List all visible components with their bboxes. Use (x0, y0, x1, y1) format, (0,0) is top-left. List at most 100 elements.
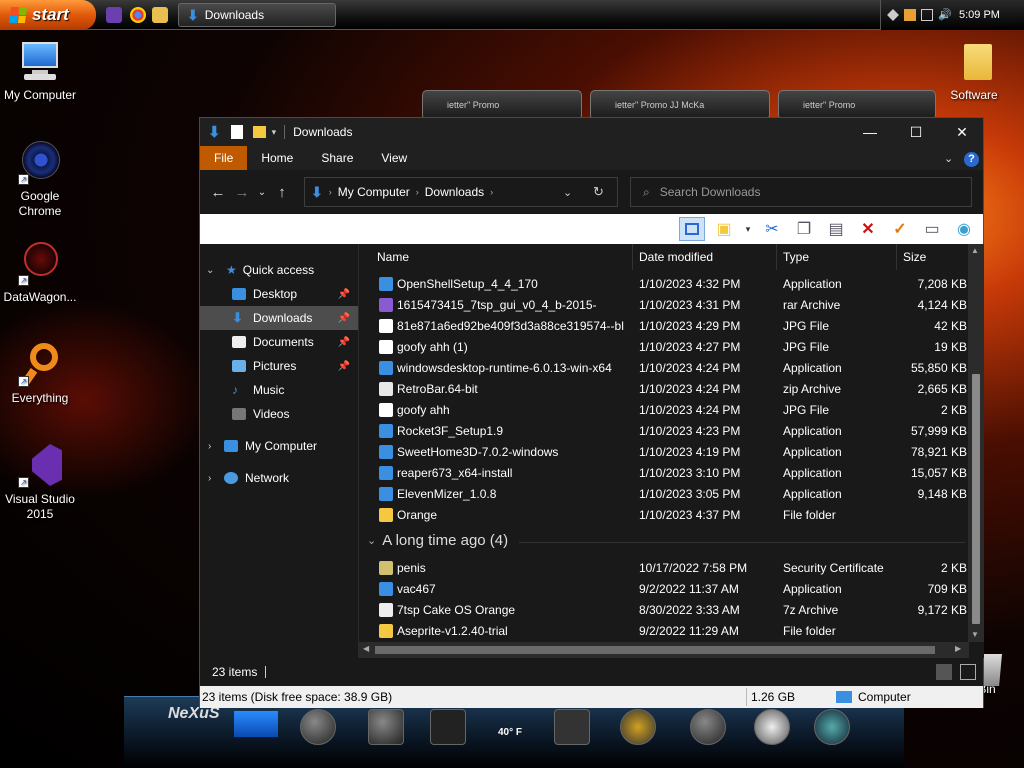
up-arrow-icon[interactable]: ↑ (270, 184, 294, 201)
forward-arrow-icon[interactable]: → (230, 184, 254, 201)
file-row[interactable]: SweetHome3D-7.0.2-windows 1/10/2023 4:19 … (359, 442, 969, 463)
help-icon[interactable]: ? (964, 152, 979, 167)
horizontal-scroll-thumb[interactable] (375, 646, 935, 654)
back-arrow-icon[interactable]: ← (206, 184, 230, 201)
refresh-icon[interactable]: ↻ (593, 184, 604, 200)
file-row[interactable]: ElevenMizer_1.0.8 1/10/2023 3:05 PM Applic… (359, 484, 969, 505)
tray-diamond-icon[interactable] (887, 9, 899, 21)
tray-network-icon[interactable] (921, 9, 933, 21)
camera-dock-icon[interactable] (814, 709, 850, 745)
breadcrumb-my-computer[interactable]: My Computer (338, 185, 410, 199)
details-view-icon[interactable] (936, 664, 952, 680)
media-widget-3[interactable]: ietter" Promo (778, 90, 936, 120)
column-header-type[interactable]: Type (777, 244, 897, 270)
media-dock-icon[interactable] (554, 709, 590, 745)
pin-icon[interactable]: 📌 (338, 337, 350, 348)
preview-pane-icon[interactable] (679, 217, 705, 241)
file-row[interactable]: penis 10/17/2022 7:58 PM Security Certific… (359, 558, 969, 579)
file-row[interactable]: Aseprite-v1.2.40-trial 9/2/2022 11:29 AM F… (359, 621, 969, 642)
nav-documents[interactable]: Documents 📌 (200, 330, 358, 354)
new-folder-icon[interactable] (252, 126, 266, 138)
views-dropdown-icon[interactable]: ▾ (743, 217, 753, 241)
shell-icon[interactable]: ◉ (951, 217, 977, 241)
nav-desktop[interactable]: Desktop 📌 (200, 282, 358, 306)
media-widget-1[interactable]: ietter" Promo (422, 90, 582, 120)
radiation-dock-icon[interactable] (620, 709, 656, 745)
horizontal-scrollbar[interactable]: ◀ ▶ (359, 642, 969, 658)
desktop-icon-google-chrome[interactable]: ↗ Google Chrome (0, 141, 80, 219)
nav-quick-access[interactable]: ⌄ ★ Quick access (200, 258, 358, 282)
vertical-scrollbar[interactable]: ▲ ▼ (968, 244, 984, 642)
tab-home[interactable]: Home (247, 146, 307, 170)
quick-access-dropdown-icon[interactable]: ▾ (272, 127, 277, 138)
desktop-icon-visual-studio[interactable]: ↗ Visual Studio 2015 (0, 444, 80, 522)
nav-my-computer[interactable]: › My Computer (200, 434, 358, 458)
desktop-icon-everything[interactable]: ↗ Everything (0, 343, 80, 406)
minimize-button[interactable]: — (847, 118, 893, 146)
recent-locations-chevron-icon[interactable]: ⌄ (254, 187, 270, 198)
file-row[interactable]: vac467 9/2/2022 11:37 AM Application 709 KB (359, 579, 969, 600)
tab-file[interactable]: File (200, 146, 248, 170)
checkmark-icon[interactable]: ✓ (887, 217, 913, 241)
file-row[interactable]: Rocket3F_Setup1.9 1/10/2023 4:23 PM Applic… (359, 421, 969, 442)
monitor-dock-icon[interactable] (430, 709, 466, 745)
tray-app-icon[interactable] (904, 9, 916, 21)
paste-icon[interactable]: ▤ (823, 217, 849, 241)
column-header-name[interactable]: Name (371, 244, 633, 270)
file-row[interactable]: Orange 1/10/2023 4:37 PM File folder (359, 505, 969, 526)
desktop-icon-software[interactable]: Software (934, 40, 1014, 103)
breadcrumb-downloads[interactable]: Downloads (425, 185, 484, 199)
nav-music[interactable]: ♪ Music (200, 378, 358, 402)
ribbon-expand-chevron-icon[interactable]: ⌄ (944, 152, 953, 165)
clock-dock-icon[interactable] (300, 709, 336, 745)
tab-share[interactable]: Share (307, 146, 367, 170)
scroll-up-arrow-icon[interactable]: ▲ (971, 246, 979, 255)
tray-clock[interactable]: 5:09 PM (959, 9, 1000, 21)
expand-chevron-icon[interactable]: ⌄ (206, 265, 214, 276)
desktop-icon-my-computer[interactable]: My Computer (0, 40, 80, 103)
nav-pictures[interactable]: Pictures 📌 (200, 354, 358, 378)
nav-videos[interactable]: Videos (200, 402, 358, 426)
maximize-button[interactable]: ☐ (893, 118, 939, 146)
robot-dock-icon[interactable] (754, 709, 790, 745)
views-folder-icon[interactable]: ▣ (711, 217, 737, 241)
vertical-scroll-thumb[interactable] (972, 374, 980, 624)
glass-dock-icon[interactable] (368, 709, 404, 745)
file-row[interactable]: 81e871a6ed92be409f3d3a88ce319574--bl... 1… (359, 316, 969, 337)
visual-studio-quicklaunch-icon[interactable] (106, 7, 122, 23)
windows-logo-icon[interactable] (234, 711, 278, 737)
large-icons-view-icon[interactable] (960, 664, 976, 680)
search-input[interactable]: ⌕ Search Downloads (630, 177, 972, 207)
column-header-date[interactable]: Date modified (633, 244, 777, 270)
scroll-right-arrow-icon[interactable]: ▶ (955, 644, 961, 653)
file-row[interactable]: goofy ahh 1/10/2023 4:24 PM JPG File 2 KB (359, 400, 969, 421)
nav-downloads[interactable]: ⬇ Downloads 📌 (200, 306, 358, 330)
nav-network[interactable]: › Network (200, 466, 358, 490)
address-bar[interactable]: ⬇ › My Computer › Downloads › ⌄ ↻ (304, 177, 618, 207)
pin-icon[interactable]: 📌 (338, 289, 350, 300)
rename-icon[interactable]: ▭ (919, 217, 945, 241)
tray-volume-icon[interactable]: 🔊 (938, 9, 952, 21)
file-row[interactable]: 7tsp Cake OS Orange 8/30/2022 3:33 AM 7z A… (359, 600, 969, 621)
taskbar-downloads-button[interactable]: ⬇ Downloads (178, 3, 336, 27)
chrome-quicklaunch-icon[interactable] (130, 7, 146, 23)
pin-icon[interactable]: 📌 (338, 313, 350, 324)
tab-view[interactable]: View (367, 146, 421, 170)
media-widget-2[interactable]: ietter" Promo JJ McKa (590, 90, 770, 120)
copy-icon[interactable]: ❐ (791, 217, 817, 241)
file-row[interactable]: 1615473415_7tsp_gui_v0_4_b-2015- 1/10/202… (359, 295, 969, 316)
collapse-chevron-icon[interactable]: › (208, 441, 211, 452)
column-header-size[interactable]: Size (897, 244, 969, 270)
delete-icon[interactable]: ✕ (855, 217, 881, 241)
file-row[interactable]: OpenShellSetup_4_4_170 1/10/2023 4:32 PM A… (359, 274, 969, 295)
cut-icon[interactable]: ✂ (759, 217, 785, 241)
file-row[interactable]: goofy ahh (1) 1/10/2023 4:27 PM JPG File 19… (359, 337, 969, 358)
desktop-icon-datawagon[interactable]: ↗ DataWagon... (0, 242, 80, 305)
start-button[interactable]: start (0, 0, 96, 30)
file-row[interactable]: windowsdesktop-runtime-6.0.13-win-x64 1/1… (359, 358, 969, 379)
scroll-left-arrow-icon[interactable]: ◀ (363, 644, 369, 653)
file-explorer-quicklaunch-icon[interactable] (152, 7, 168, 23)
properties-icon[interactable] (230, 125, 243, 139)
power-dock-icon[interactable] (690, 709, 726, 745)
group-header-long-ago[interactable]: ⌄ A long time ago (4) (367, 532, 508, 549)
